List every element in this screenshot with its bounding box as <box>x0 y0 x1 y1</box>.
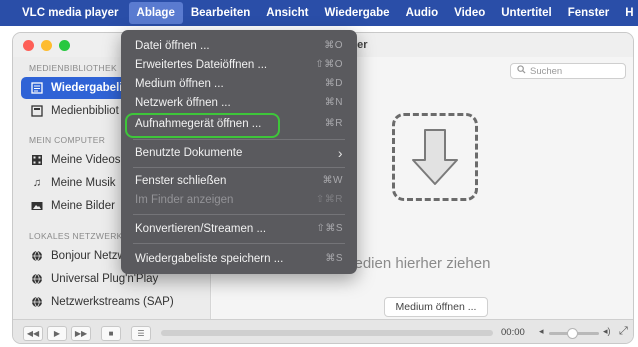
sidebar-item-label: Universal Plug'n'Play <box>51 273 159 285</box>
menu-item-label: Fenster schließen <box>135 174 227 187</box>
menu-item-open-disc[interactable]: Medium öffnen ... ⌘D <box>127 74 351 93</box>
menu-ansicht[interactable]: Ansicht <box>258 0 316 26</box>
menu-item-label: Erweitertes Dateiöffnen ... <box>135 58 268 71</box>
menu-item-label: Datei öffnen ... <box>135 39 210 52</box>
menu-bar: VLC media player Ablage Bearbeiten Ansic… <box>0 0 638 26</box>
play-button[interactable]: ▶ <box>47 326 67 341</box>
sidebar-item-label: Meine Bilder <box>51 200 115 212</box>
sidebar-item-label: Wiedergabeli <box>51 82 123 94</box>
search-input[interactable]: Suchen <box>510 63 626 79</box>
rewind-button[interactable]: ◀◀ <box>23 326 43 341</box>
sidebar-item-label: Meine Videos <box>51 154 121 166</box>
stop-button[interactable]: ■ <box>101 326 121 341</box>
menu-item-save-playlist[interactable]: Wiedergabeliste speichern ... ⌘S <box>127 249 351 268</box>
volume-slider[interactable] <box>549 328 599 339</box>
menu-audio[interactable]: Audio <box>398 0 447 26</box>
menu-item-convert-stream[interactable]: Konvertieren/Streamen ... ⇧⌘S <box>127 219 351 238</box>
menu-item-shortcut: ⌘S <box>325 253 343 264</box>
picture-icon <box>31 200 43 212</box>
volume-knob[interactable] <box>567 328 578 339</box>
window-controls <box>23 40 70 51</box>
menu-item-open-file[interactable]: Datei öffnen ... ⌘O <box>127 36 351 55</box>
close-window-button[interactable] <box>23 40 34 51</box>
menu-item-recent-documents[interactable]: Benutzte Dokumente › <box>127 143 351 162</box>
menu-wiedergabe[interactable]: Wiedergabe <box>316 0 397 26</box>
sidebar-item-label: Bonjour Netzw <box>51 250 126 262</box>
forward-icon: ▶▶ <box>74 329 88 338</box>
sidebar-item-label: Meine Musik <box>51 177 116 189</box>
menu-item-shortcut: ⌘D <box>324 78 343 89</box>
menu-item-shortcut: ⇧⌘R <box>315 194 343 205</box>
menu-bearbeiten[interactable]: Bearbeiten <box>183 0 258 26</box>
menu-item-shortcut: ⌘O <box>324 40 343 51</box>
minimize-window-button[interactable] <box>41 40 52 51</box>
menu-separator <box>133 243 345 244</box>
menu-item-shortcut: ⇧⌘O <box>315 59 343 70</box>
menu-item-shortcut: ⌘N <box>324 97 343 108</box>
volume-high-icon: ◂) <box>603 326 611 336</box>
globe-icon <box>31 250 43 262</box>
file-menu-dropdown: Datei öffnen ... ⌘O Erweitertes Dateiöff… <box>121 30 357 274</box>
globe-icon <box>31 273 43 285</box>
menu-item-label: Konvertieren/Streamen ... <box>135 222 267 235</box>
section-heading-library: MEDIENBIBLIOTHEK <box>29 63 117 73</box>
arrow-down-icon <box>412 129 458 185</box>
playback-control-bar: ◀◀ ▶ ▶▶ ■ ☰ 00:00 ◂ ◂) ⤢ <box>13 319 633 343</box>
sidebar-item-sap[interactable]: Netzwerkstreams (SAP) <box>21 291 207 313</box>
volume-low-icon: ◂ <box>539 326 544 336</box>
menu-separator <box>133 167 345 168</box>
sidebar-item-label: Netzwerkstreams (SAP) <box>51 296 174 308</box>
open-media-button[interactable]: Medium öffnen ... <box>384 297 488 317</box>
elapsed-time: 00:00 <box>501 327 525 338</box>
menu-item-shortcut: ⇧⌘S <box>316 223 343 234</box>
fullscreen-icon[interactable]: ⤢ <box>619 325 628 338</box>
menu-item-label: Medium öffnen ... <box>135 77 224 90</box>
chevron-right-icon: › <box>337 144 343 161</box>
library-icon <box>31 105 43 117</box>
menu-item-close-window[interactable]: Fenster schließen ⌘W <box>127 171 351 190</box>
section-heading-network: LOKALES NETZWERK <box>29 231 123 241</box>
drop-hint-text: Medien hierher ziehen <box>342 255 491 272</box>
menu-item-label: Im Finder anzeigen <box>135 193 234 206</box>
list-icon: ☰ <box>137 329 145 338</box>
zoom-window-button[interactable] <box>59 40 70 51</box>
menu-ablage[interactable]: Ablage <box>128 2 183 24</box>
search-icon <box>517 65 526 77</box>
menu-app-vlc[interactable]: VLC media player <box>14 0 129 26</box>
menu-item-label: Netzwerk öffnen ... <box>135 96 231 109</box>
search-placeholder: Suchen <box>530 65 563 77</box>
menu-separator <box>133 139 345 140</box>
drop-zone[interactable] <box>392 113 478 201</box>
sidebar-item-label: Medienbibliot <box>51 105 119 117</box>
menu-untertitel[interactable]: Untertitel <box>493 0 559 26</box>
section-heading-computer: MEIN COMPUTER <box>29 135 106 145</box>
menu-item-show-in-finder: Im Finder anzeigen ⇧⌘R <box>127 190 351 209</box>
menu-item-advanced-open[interactable]: Erweitertes Dateiöffnen ... ⇧⌘O <box>127 55 351 74</box>
rewind-icon: ◀◀ <box>26 329 40 338</box>
menu-item-shortcut: ⌘R <box>324 118 343 129</box>
film-icon <box>31 154 43 166</box>
playlist-icon <box>31 82 43 94</box>
playlist-toggle-button[interactable]: ☰ <box>131 326 151 341</box>
menu-separator <box>133 214 345 215</box>
stop-icon: ■ <box>108 329 114 338</box>
forward-button[interactable]: ▶▶ <box>71 326 91 341</box>
menu-item-open-network[interactable]: Netzwerk öffnen ... ⌘N <box>127 93 351 112</box>
globe-icon <box>31 296 43 308</box>
highlight-ring <box>125 113 280 138</box>
menu-item-shortcut: ⌘W <box>322 175 343 186</box>
menu-video[interactable]: Video <box>446 0 493 26</box>
play-icon: ▶ <box>53 329 61 338</box>
menu-hilfe[interactable]: H <box>617 0 638 26</box>
menu-item-label: Wiedergabeliste speichern ... <box>135 252 284 265</box>
menu-fenster[interactable]: Fenster <box>560 0 618 26</box>
seek-bar[interactable] <box>161 330 493 336</box>
music-note-icon: ♫ <box>32 177 42 189</box>
menu-item-label: Benutzte Dokumente <box>135 146 243 159</box>
